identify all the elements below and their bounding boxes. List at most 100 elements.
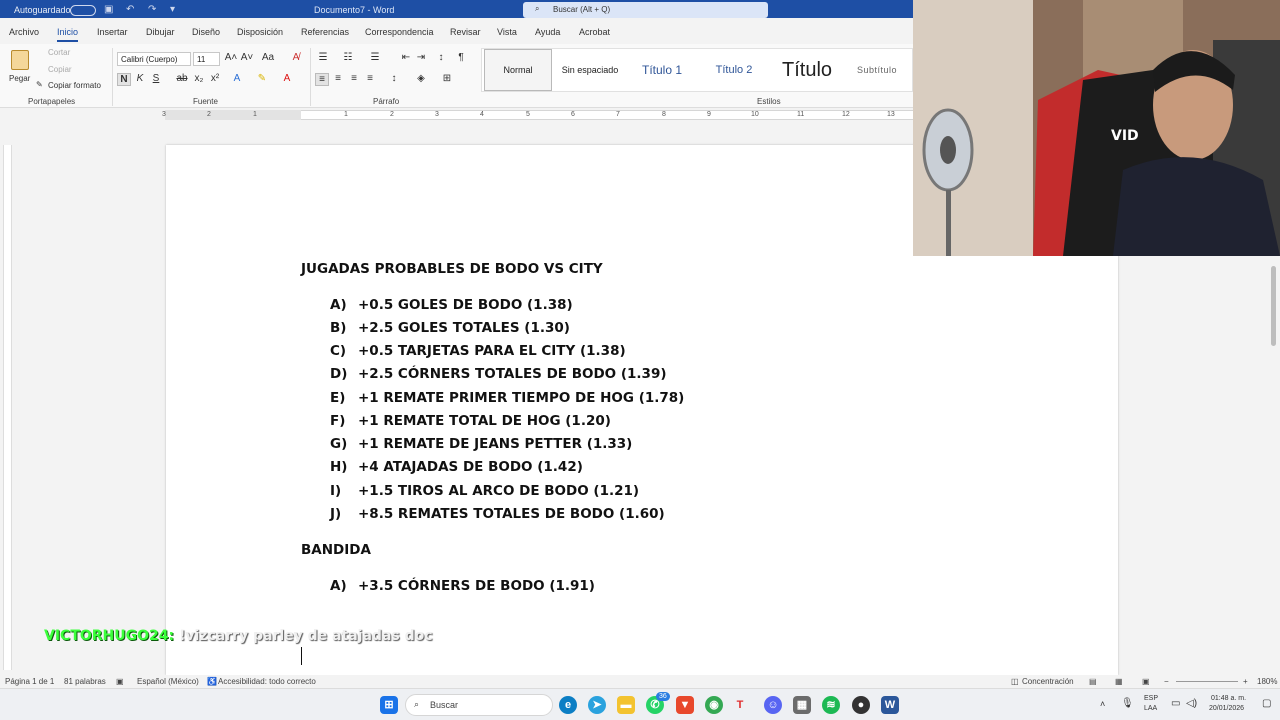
tab-correspondencia[interactable]: Correspondencia: [365, 27, 434, 37]
calculator-icon[interactable]: ▦: [793, 696, 811, 714]
bold-button[interactable]: N: [117, 73, 131, 86]
accessibility-icon[interactable]: ♿: [207, 677, 217, 686]
focus-mode[interactable]: Concentración: [1022, 677, 1074, 686]
align-center-icon[interactable]: ≡: [331, 73, 345, 84]
subscript-icon[interactable]: x₂: [192, 73, 206, 84]
tab-vista[interactable]: Vista: [497, 27, 517, 37]
cut-button[interactable]: Cortar: [48, 48, 70, 57]
clock-date[interactable]: 20/01/2026: [1209, 705, 1244, 712]
search-box[interactable]: ⌕ Buscar (Alt + Q): [523, 2, 768, 18]
multilevel-list-icon[interactable]: ☰: [368, 52, 382, 63]
shrink-font-icon[interactable]: A˅: [240, 52, 254, 63]
highlight-icon[interactable]: ✎: [255, 73, 269, 84]
zoom-out-icon[interactable]: −: [1164, 677, 1169, 686]
tab-ayuda[interactable]: Ayuda: [535, 27, 560, 37]
discord-icon[interactable]: ☺: [764, 696, 782, 714]
brave-icon[interactable]: ▼: [676, 696, 694, 714]
proofing-icon[interactable]: ▣: [116, 677, 124, 686]
align-right-icon[interactable]: ≡: [347, 73, 361, 84]
list-item: +0.5 GOLES DE BODO (1.38): [358, 297, 573, 313]
word-count[interactable]: 81 palabras: [64, 677, 106, 686]
tab-dibujar[interactable]: Dibujar: [146, 27, 175, 37]
autosave-toggle[interactable]: [70, 5, 96, 16]
taskbar-search[interactable]: ⌕ Buscar: [405, 694, 553, 716]
style-heading1[interactable]: Título 1: [628, 49, 696, 91]
autosave-label: Autoguardado: [14, 5, 71, 15]
customize-icon[interactable]: ▾: [170, 4, 181, 15]
tab-referencias[interactable]: Referencias: [301, 27, 349, 37]
font-size-select[interactable]: 11: [193, 52, 220, 66]
tab-revisar[interactable]: Revisar: [450, 27, 481, 37]
tab-acrobat[interactable]: Acrobat: [579, 27, 610, 37]
superscript-icon[interactable]: x²: [208, 73, 222, 84]
line-spacing-icon[interactable]: ↕: [387, 73, 401, 84]
language-status[interactable]: Español (México): [137, 677, 199, 686]
spotify-icon[interactable]: ≋: [822, 696, 840, 714]
increase-indent-icon[interactable]: ⇥: [414, 52, 428, 63]
style-subtitle[interactable]: Subtítulo: [844, 49, 910, 91]
grow-font-icon[interactable]: A˄: [224, 52, 238, 63]
list-item: +8.5 REMATES TOTALES DE BODO (1.60): [358, 506, 665, 522]
read-mode-icon[interactable]: ▤: [1089, 677, 1097, 686]
typora-icon[interactable]: T: [731, 696, 749, 714]
text-effects-icon[interactable]: A: [230, 73, 244, 84]
web-layout-icon[interactable]: ▣: [1142, 677, 1150, 686]
clock-time[interactable]: 01:48 a. m.: [1211, 695, 1246, 702]
format-painter-button[interactable]: Copiar formato: [48, 81, 101, 90]
numbering-icon[interactable]: ☷: [341, 52, 355, 63]
language-indicator-bottom[interactable]: LAA: [1144, 705, 1157, 712]
edge-icon[interactable]: e: [559, 696, 577, 714]
shading-icon[interactable]: ◈: [414, 73, 428, 84]
undo-icon[interactable]: ↶: [126, 4, 137, 15]
language-indicator-top[interactable]: ESP: [1144, 695, 1158, 702]
print-layout-icon[interactable]: ▦: [1115, 677, 1123, 686]
zoom-level[interactable]: 180%: [1257, 677, 1277, 686]
show-marks-icon[interactable]: ¶: [454, 52, 468, 63]
style-title[interactable]: Título: [772, 49, 842, 91]
style-no-spacing[interactable]: Sin espaciado: [556, 49, 624, 91]
telegram-icon[interactable]: ➤: [588, 696, 606, 714]
font-color-icon[interactable]: A: [280, 73, 294, 84]
strikethrough-icon[interactable]: ab: [175, 73, 189, 84]
underline-button[interactable]: S: [149, 73, 163, 84]
clear-format-icon[interactable]: A̸: [289, 52, 303, 63]
network-icon[interactable]: ▭: [1171, 698, 1180, 709]
font-family-select[interactable]: Calibri (Cuerpo): [117, 52, 191, 66]
style-heading2[interactable]: Título 2: [700, 49, 768, 91]
notifications-icon[interactable]: ▢: [1262, 698, 1271, 709]
tab-diseno[interactable]: Diseño: [192, 27, 220, 37]
justify-icon[interactable]: ≡: [363, 73, 377, 84]
italic-button[interactable]: K: [133, 73, 147, 84]
vertical-ruler[interactable]: [3, 145, 12, 670]
redo-icon[interactable]: ↷: [148, 4, 159, 15]
obs-icon[interactable]: ●: [852, 696, 870, 714]
decrease-indent-icon[interactable]: ⇤: [399, 52, 413, 63]
sort-icon[interactable]: ↕: [434, 52, 448, 63]
focus-icon[interactable]: ◫: [1011, 677, 1019, 686]
chrome-icon[interactable]: ◉: [705, 696, 723, 714]
page-count[interactable]: Página 1 de 1: [5, 677, 54, 686]
file-explorer-icon[interactable]: ▬: [617, 696, 635, 714]
tab-insertar[interactable]: Insertar: [97, 27, 128, 37]
paste-button[interactable]: Pegar: [8, 48, 32, 92]
accessibility-status[interactable]: Accesibilidad: todo correcto: [218, 677, 316, 686]
windows-start-icon[interactable]: ⊞: [380, 696, 398, 714]
style-normal[interactable]: Normal: [484, 49, 552, 91]
bullets-icon[interactable]: ☰: [316, 52, 330, 63]
align-left-icon[interactable]: ≡: [315, 73, 329, 86]
change-case-icon[interactable]: Aa: [261, 52, 275, 63]
zoom-in-icon[interactable]: +: [1243, 677, 1248, 686]
tray-overflow-icon[interactable]: ˄: [1100, 699, 1105, 709]
word-icon[interactable]: W: [881, 696, 899, 714]
tab-disposicion[interactable]: Disposición: [237, 27, 283, 37]
vertical-scrollbar[interactable]: [1268, 256, 1280, 674]
volume-icon[interactable]: ◁): [1186, 698, 1197, 709]
scrollbar-thumb[interactable]: [1271, 266, 1276, 346]
borders-icon[interactable]: ⊞: [440, 73, 454, 84]
microphone-icon[interactable]: 🎙: [1121, 698, 1134, 709]
tab-inicio[interactable]: Inicio: [57, 27, 79, 42]
tab-archivo[interactable]: Archivo: [9, 27, 39, 37]
zoom-slider[interactable]: [1176, 681, 1238, 682]
save-icon[interactable]: ▣: [104, 4, 115, 15]
copy-button[interactable]: Copiar: [48, 65, 72, 74]
